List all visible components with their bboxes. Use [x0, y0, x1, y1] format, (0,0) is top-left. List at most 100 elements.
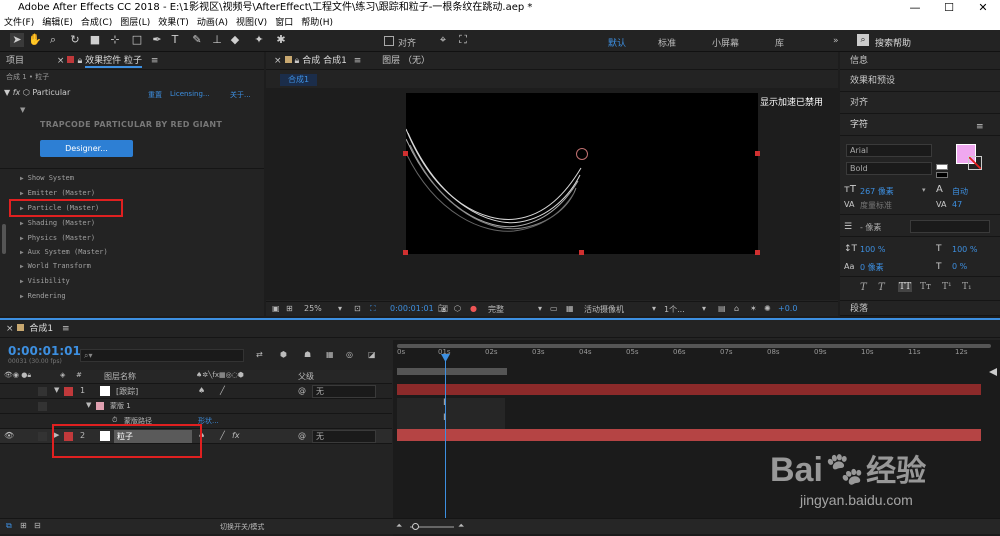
camera-snapshot-icon[interactable]: 📷︎ — [438, 304, 448, 313]
comp-lock-icon[interactable]: 🔒︎ — [295, 56, 300, 66]
handle-icon[interactable] — [579, 250, 584, 255]
camera-select[interactable]: 活动摄像机 — [584, 304, 624, 315]
layer-row-1[interactable]: ▼ 1 [跟踪] ♠ ╱ @ 无 — [0, 384, 392, 399]
quality-switch-icon[interactable]: ╱ — [220, 431, 225, 440]
zoom-slider-thumb[interactable] — [412, 523, 419, 530]
motion-blur-icon[interactable]: ◎ — [346, 350, 353, 359]
workspace-overflow-icon[interactable]: » — [833, 36, 839, 46]
work-area-bar[interactable] — [397, 368, 507, 375]
text-tool-icon[interactable]: T — [168, 33, 182, 47]
comp-subtab[interactable]: 合成1 — [280, 74, 318, 86]
resolution-select[interactable]: 完整 — [488, 304, 504, 315]
group-visibility[interactable]: Visibility — [20, 277, 70, 285]
brush-tool-icon[interactable]: ✎ — [190, 33, 204, 47]
visibility-eye-icon[interactable]: 👁 — [4, 431, 14, 440]
faux-italic-button[interactable]: T — [878, 282, 885, 293]
solo-switch[interactable] — [38, 387, 47, 396]
puppet-tool-icon[interactable]: ✱ — [274, 33, 288, 47]
tab-effect-controls[interactable]: 效果控件 粒子 — [85, 56, 142, 68]
tab-project[interactable]: 项目 — [6, 56, 24, 66]
parent-select[interactable]: 无 — [312, 385, 376, 398]
selection-tool-icon[interactable]: ➤ — [10, 33, 24, 47]
tracking-value[interactable]: 47 — [952, 200, 962, 209]
playhead[interactable] — [445, 354, 446, 522]
effects-presets-tab[interactable]: 效果和预设 — [840, 70, 1000, 92]
expand-icon[interactable]: ▼ — [54, 386, 59, 394]
roto-tool-icon[interactable]: ✦ — [252, 33, 266, 47]
all-caps-button[interactable]: TT — [898, 282, 913, 292]
pan-behind-tool-icon[interactable]: ⊹ — [108, 33, 122, 47]
panel-scrollbar[interactable] — [2, 224, 6, 254]
quality-switch-icon[interactable]: ╱ — [220, 386, 225, 395]
menu-help[interactable]: 帮助(H) — [297, 16, 337, 30]
paragraph-tab[interactable]: 段落 — [840, 300, 1000, 316]
region-of-interest-icon[interactable]: ▭ — [550, 304, 558, 313]
resolution-chevron-icon[interactable]: ▾ — [538, 304, 542, 313]
snapshot-icon[interactable]: ▣ — [272, 304, 280, 313]
timeline-icon[interactable]: ⌂ — [734, 304, 739, 313]
font-size-value[interactable]: 267 像素 — [860, 186, 894, 197]
shy-layers-icon[interactable]: ☗ — [304, 350, 311, 359]
clone-tool-icon[interactable]: ⊥ — [210, 33, 224, 47]
menu-edit[interactable]: 编辑(E) — [38, 16, 77, 30]
frame-blending-icon[interactable]: ▦ — [326, 350, 334, 359]
graph-editor-icon[interactable]: ◪ — [368, 350, 376, 359]
black-swatch[interactable] — [936, 172, 948, 178]
about-link[interactable]: 关于... — [230, 90, 251, 100]
reset-exposure-icon[interactable]: ✺ — [764, 304, 771, 313]
snap-icon[interactable]: ⌖ — [436, 33, 450, 47]
comp-end-marker-icon[interactable] — [989, 368, 997, 376]
small-caps-button[interactable]: Tт — [920, 282, 931, 292]
handle-icon[interactable] — [403, 151, 408, 156]
comp-menu-icon[interactable]: ≡ — [354, 56, 362, 66]
views-select[interactable]: 1个... — [664, 304, 685, 315]
transparency-grid-icon[interactable]: ▦ — [566, 304, 574, 313]
menu-effect[interactable]: 效果(T) — [154, 16, 193, 30]
zoom-out-icon[interactable]: ⏶ — [396, 521, 402, 531]
kerning-value[interactable]: 度量标准 — [860, 200, 892, 211]
designer-button[interactable]: Designer... — [40, 140, 133, 157]
shy-switch-icon[interactable]: ♠ — [198, 386, 205, 395]
region-icon[interactable]: ⊞ — [286, 304, 293, 313]
fast-preview-icon[interactable]: ▤ — [718, 304, 726, 313]
zoom-tool-icon[interactable]: ⌕ — [46, 33, 60, 47]
label-color-swatch[interactable] — [64, 387, 73, 396]
mask-color-swatch[interactable] — [96, 402, 104, 410]
subscript-button[interactable]: T₁ — [962, 282, 972, 292]
layer-search-input[interactable]: ⌕▾ — [80, 349, 244, 362]
render-icon[interactable]: ⧉ — [6, 521, 12, 531]
licensing-link[interactable]: Licensing... — [170, 90, 210, 98]
handle-icon[interactable] — [755, 250, 760, 255]
character-menu-icon[interactable]: ≡ — [976, 122, 984, 132]
group-rendering[interactable]: Rendering — [20, 292, 66, 300]
handle-icon[interactable] — [403, 250, 408, 255]
timeline-close-icon[interactable]: × — [6, 324, 14, 334]
stroke-mode-select[interactable] — [910, 220, 990, 233]
workspace-default[interactable]: 默认 — [608, 36, 626, 49]
comp-mini-flow-icon[interactable]: ⇄ — [256, 350, 263, 359]
font-family-select[interactable]: Arial — [846, 144, 932, 157]
align-tab[interactable]: 对齐 — [840, 92, 1000, 114]
exposure-value[interactable]: +0.0 — [778, 304, 797, 313]
close-button[interactable]: ✕ — [966, 0, 1000, 16]
lock-icon[interactable]: 🔒︎ — [77, 56, 82, 66]
font-style-select[interactable]: Bold — [846, 162, 932, 175]
mask-row[interactable]: ▼ 蒙版 1 — [0, 399, 392, 414]
faux-bold-button[interactable]: T — [860, 282, 867, 293]
leading-value[interactable]: 自动 — [952, 186, 968, 197]
workspace-standard[interactable]: 标准 — [658, 36, 676, 49]
panel-menu-icon[interactable]: ≡ — [151, 56, 159, 66]
viewer-timecode[interactable]: 0:00:01:01 — [390, 304, 434, 313]
color-channel-icon[interactable]: ● — [470, 304, 477, 313]
solo-switch[interactable] — [38, 402, 47, 411]
menu-animation[interactable]: 动画(A) — [193, 16, 232, 30]
menu-file[interactable]: 文件(F) — [0, 16, 38, 30]
superscript-button[interactable]: T¹ — [942, 282, 952, 292]
camera-chevron-icon[interactable]: ▾ — [652, 304, 656, 313]
tsume-value[interactable]: 0 % — [952, 262, 967, 271]
stroke-color-swatch[interactable] — [968, 156, 982, 170]
group-show-system[interactable]: Show System — [20, 174, 74, 182]
parent-select[interactable]: 无 — [312, 430, 376, 443]
comp-close-icon[interactable]: × — [274, 56, 282, 66]
pickwhip-icon[interactable]: @ — [298, 386, 306, 395]
